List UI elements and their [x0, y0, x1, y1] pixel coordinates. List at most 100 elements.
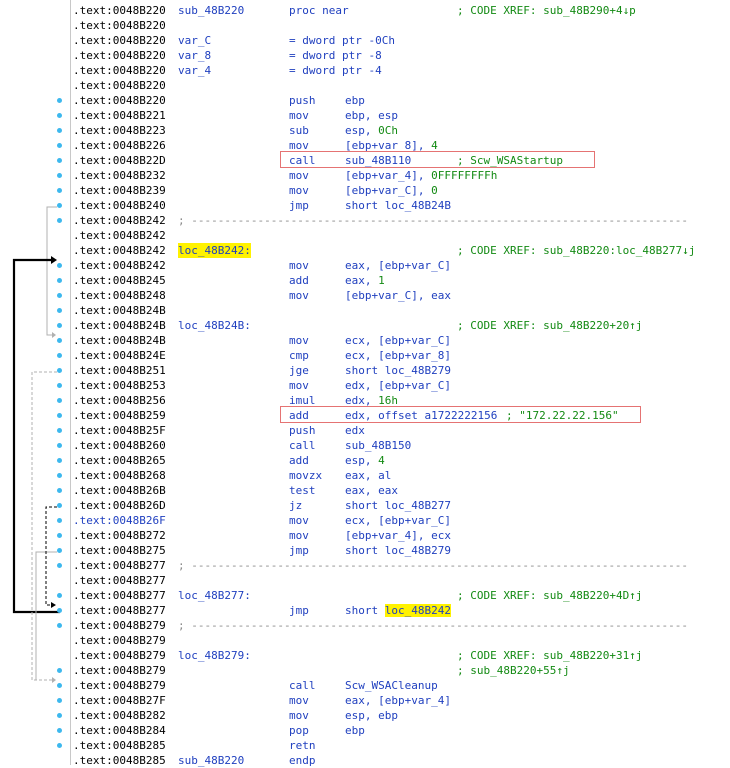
breakpoint-dot-icon[interactable] — [57, 353, 62, 358]
label[interactable]: var_4 — [178, 63, 211, 78]
operand[interactable]: eax, 1 — [345, 273, 385, 288]
label[interactable]: loc_48B24B: — [178, 318, 251, 333]
listing-row[interactable]: .text:0048B277 ; ------------------------… — [73, 558, 730, 573]
breakpoint-dot-icon[interactable] — [57, 698, 62, 703]
breakpoint-dot-icon[interactable] — [57, 728, 62, 733]
listing-row[interactable]: .text:0048B242 loc_48B242: ; CODE XREF: su… — [73, 243, 730, 258]
breakpoint-dot-icon[interactable] — [57, 503, 62, 508]
listing-row[interactable]: .text:0048B277 — [73, 573, 730, 588]
breakpoint-dot-icon[interactable] — [57, 278, 62, 283]
label[interactable]: var_8 — [178, 48, 211, 63]
operand[interactable]: edx — [345, 423, 365, 438]
listing-row[interactable]: .text:0048B253 mov edx, [ebp+var_C] — [73, 378, 730, 393]
listing-row[interactable]: .text:0048B282 mov esp, ebp — [73, 708, 730, 723]
breakpoint-dot-icon[interactable] — [57, 608, 62, 613]
operand[interactable]: eax, eax — [345, 483, 398, 498]
listing-row[interactable]: .text:0048B220 push ebp — [73, 93, 730, 108]
listing-row[interactable]: .text:0048B24B mov ecx, [ebp+var_C] — [73, 333, 730, 348]
breakpoint-dot-icon[interactable] — [57, 98, 62, 103]
operand[interactable]: ebp, esp — [345, 108, 398, 123]
breakpoint-dot-icon[interactable] — [57, 443, 62, 448]
listing-row[interactable]: .text:0048B220 — [73, 18, 730, 33]
operand[interactable]: [ebp+var_4], ecx — [345, 528, 451, 543]
breakpoint-dot-icon[interactable] — [57, 518, 62, 523]
breakpoint-dot-icon[interactable] — [57, 548, 62, 553]
operand[interactable]: short loc_48B242 — [345, 603, 451, 618]
breakpoint-dot-icon[interactable] — [57, 488, 62, 493]
breakpoint-dot-icon[interactable] — [57, 173, 62, 178]
operand[interactable]: [ebp+var_C], eax — [345, 288, 451, 303]
label[interactable]: sub_48B220 — [178, 3, 244, 18]
listing-row[interactable]: .text:0048B285 sub_48B220 endp — [73, 753, 730, 768]
listing-row[interactable]: .text:0048B26F mov ecx, [ebp+var_C] — [73, 513, 730, 528]
breakpoint-dot-icon[interactable] — [57, 473, 62, 478]
listing-row[interactable]: .text:0048B268 movzx eax, al — [73, 468, 730, 483]
listing-row[interactable]: .text:0048B220 var_C = dword ptr -0Ch — [73, 33, 730, 48]
breakpoint-dot-icon[interactable] — [57, 293, 62, 298]
listing-row[interactable]: .text:0048B277 loc_48B277: ; CODE XREF: su… — [73, 588, 730, 603]
listing-row[interactable]: .text:0048B221 mov ebp, esp — [73, 108, 730, 123]
listing-row[interactable]: .text:0048B275 jmp short loc_48B279 — [73, 543, 730, 558]
label[interactable]: loc_48B242: — [178, 243, 251, 258]
breakpoint-dot-icon[interactable] — [57, 413, 62, 418]
breakpoint-dot-icon[interactable] — [57, 263, 62, 268]
operand[interactable]: eax, al — [345, 468, 391, 483]
listing-row[interactable]: .text:0048B284 pop ebp — [73, 723, 730, 738]
breakpoint-dot-icon[interactable] — [57, 533, 62, 538]
operand[interactable]: ebp — [345, 93, 365, 108]
operand[interactable]: eax, [ebp+var_C] — [345, 258, 451, 273]
listing-row[interactable]: .text:0048B24B loc_48B24B: ; CODE XREF: su… — [73, 318, 730, 333]
listing-row[interactable]: .text:0048B242 mov eax, [ebp+var_C] — [73, 258, 730, 273]
breakpoint-dot-icon[interactable] — [57, 368, 62, 373]
listing-row[interactable]: .text:0048B279 loc_48B279: ; CODE XREF: su… — [73, 648, 730, 663]
listing-row[interactable]: .text:0048B240 jmp short loc_48B24B — [73, 198, 730, 213]
listing-row[interactable]: .text:0048B285 retn — [73, 738, 730, 753]
operand[interactable]: esp, 0Ch — [345, 123, 398, 138]
operand[interactable]: short loc_48B279 — [345, 543, 451, 558]
listing-row[interactable]: .text:0048B220 sub_48B220 proc near ; CODE … — [73, 3, 730, 18]
listing-row[interactable]: .text:0048B220 var_4 = dword ptr -4 — [73, 63, 730, 78]
disassembly-listing[interactable]: .text:0048B220 sub_48B220 proc near ; CODE … — [73, 3, 730, 768]
listing-row[interactable]: .text:0048B279 call Scw_WSACleanup — [73, 678, 730, 693]
breakpoint-dot-icon[interactable] — [57, 203, 62, 208]
label[interactable]: var_C — [178, 33, 211, 48]
listing-row[interactable]: .text:0048B245 add eax, 1 — [73, 273, 730, 288]
listing-row[interactable]: .text:0048B265 add esp, 4 — [73, 453, 730, 468]
listing-row[interactable]: .text:0048B24B — [73, 303, 730, 318]
listing-row[interactable]: .text:0048B277 jmp short loc_48B242 — [73, 603, 730, 618]
breakpoint-dot-icon[interactable] — [57, 458, 62, 463]
listing-row[interactable]: .text:0048B25F push edx — [73, 423, 730, 438]
operand[interactable]: esp, 4 — [345, 453, 385, 468]
breakpoint-dot-icon[interactable] — [57, 218, 62, 223]
breakpoint-dot-icon[interactable] — [57, 143, 62, 148]
operand[interactable]: eax, [ebp+var_4] — [345, 693, 451, 708]
listing-row[interactable]: .text:0048B242 ; ------------------------… — [73, 213, 730, 228]
listing-row[interactable]: .text:0048B26B test eax, eax — [73, 483, 730, 498]
listing-row[interactable]: .text:0048B260 call sub_48B150 — [73, 438, 730, 453]
listing-row[interactable]: .text:0048B24E cmp ecx, [ebp+var_8] — [73, 348, 730, 363]
operand[interactable]: short loc_48B277 — [345, 498, 451, 513]
operand[interactable]: short loc_48B24B — [345, 198, 451, 213]
breakpoint-dot-icon[interactable] — [57, 563, 62, 568]
operand[interactable]: esp, ebp — [345, 708, 398, 723]
breakpoint-dot-icon[interactable] — [57, 323, 62, 328]
breakpoint-dot-icon[interactable] — [57, 668, 62, 673]
label[interactable]: loc_48B279: — [178, 648, 251, 663]
listing-row[interactable]: .text:0048B279 ; ------------------------… — [73, 618, 730, 633]
listing-row[interactable]: .text:0048B27F mov eax, [ebp+var_4] — [73, 693, 730, 708]
operand[interactable]: ecx, [ebp+var_8] — [345, 348, 451, 363]
breakpoint-dot-icon[interactable] — [57, 713, 62, 718]
breakpoint-dot-icon[interactable] — [57, 428, 62, 433]
label[interactable]: sub_48B220 — [178, 753, 244, 768]
listing-row[interactable]: .text:0048B272 mov [ebp+var_4], ecx — [73, 528, 730, 543]
operand[interactable]: sub_48B150 — [345, 438, 411, 453]
operand[interactable]: Scw_WSACleanup — [345, 678, 438, 693]
operand[interactable]: [ebp+var_C], 0 — [345, 183, 438, 198]
label[interactable]: loc_48B277: — [178, 588, 251, 603]
breakpoint-dot-icon[interactable] — [57, 308, 62, 313]
breakpoint-dot-icon[interactable] — [57, 383, 62, 388]
operand[interactable]: edx, [ebp+var_C] — [345, 378, 451, 393]
breakpoint-dot-icon[interactable] — [57, 128, 62, 133]
breakpoint-dot-icon[interactable] — [57, 188, 62, 193]
breakpoint-dot-icon[interactable] — [57, 158, 62, 163]
